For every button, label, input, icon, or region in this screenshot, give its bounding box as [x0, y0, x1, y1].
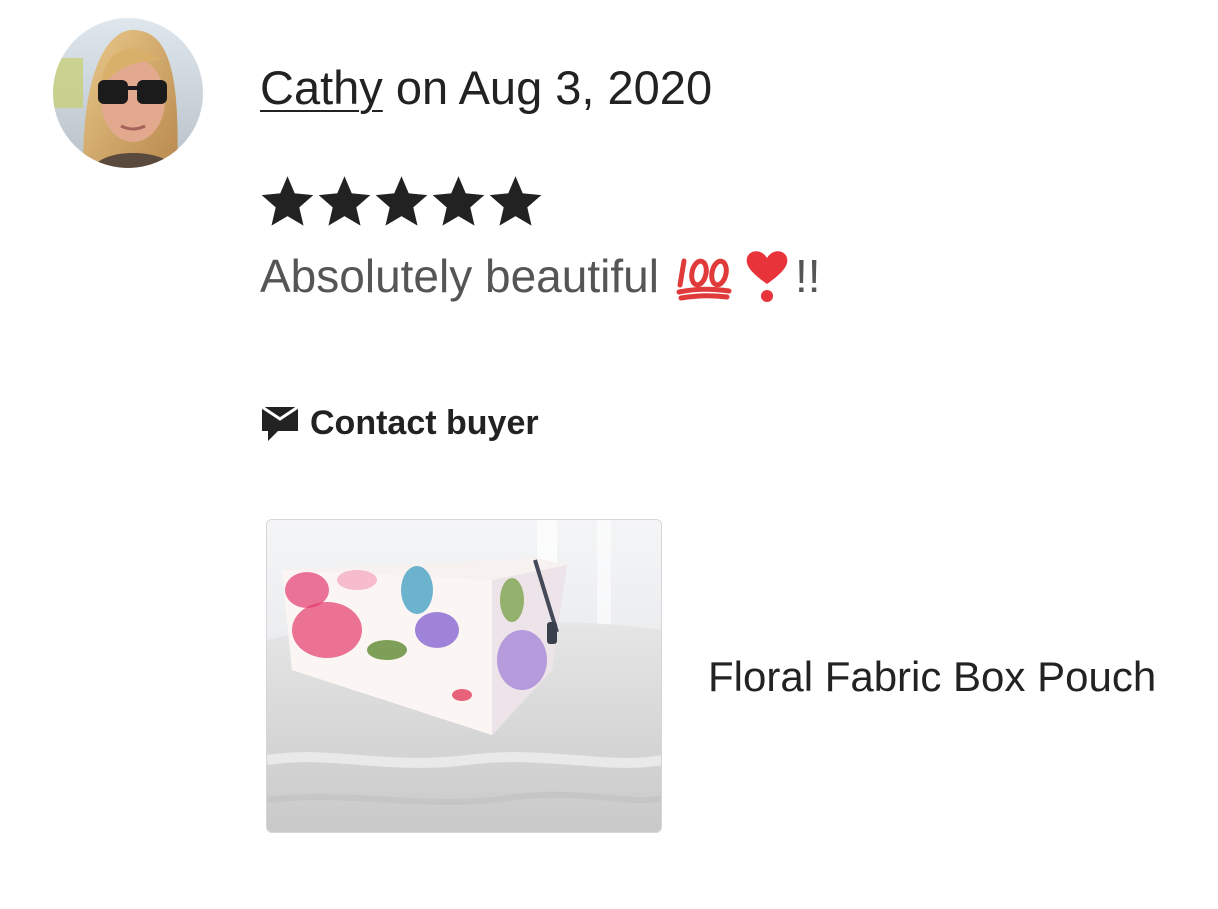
star-filled-icon	[261, 176, 314, 226]
hundred-points-icon	[676, 258, 732, 301]
contact-buyer-button[interactable]: Contact buyer	[260, 398, 539, 448]
heart-exclamation-icon	[746, 251, 788, 302]
star-filled-icon	[489, 176, 542, 226]
reviewer-avatar[interactable]	[53, 18, 203, 168]
contact-buyer-label: Contact buyer	[310, 403, 539, 442]
product-title-link[interactable]: Floral Fabric Box Pouch	[708, 648, 1156, 706]
review-body: Absolutely beautiful !!	[260, 246, 821, 306]
star-filled-icon	[432, 176, 485, 226]
product-thumbnail[interactable]	[266, 519, 662, 833]
review-text: Absolutely beautiful	[260, 250, 659, 302]
review-header: Cathy on Aug 3, 2020	[260, 58, 712, 118]
review-text-suffix: !!	[794, 250, 821, 302]
star-filled-icon	[375, 176, 428, 226]
review-card: Cathy on Aug 3, 2020 Absolutely beautifu…	[0, 0, 1218, 909]
review-date: on Aug 3, 2020	[382, 61, 713, 114]
avatar-photo	[53, 18, 203, 168]
reviewer-name-link[interactable]: Cathy	[260, 61, 383, 114]
star-filled-icon	[318, 176, 371, 226]
star-rating	[260, 174, 543, 232]
message-icon	[261, 405, 299, 441]
product-image	[267, 520, 661, 832]
